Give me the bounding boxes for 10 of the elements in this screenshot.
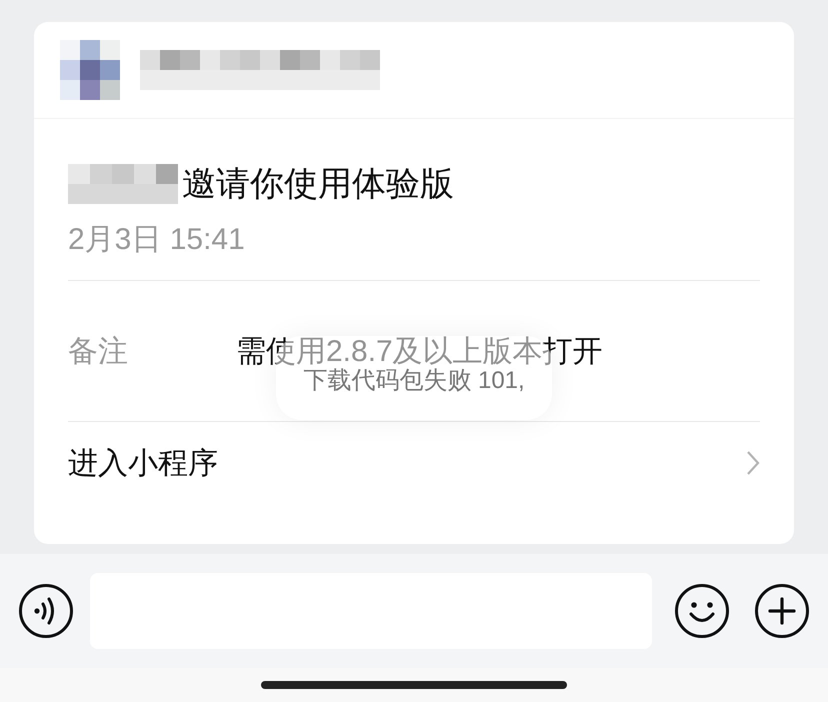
note-label: 备注 <box>68 334 129 370</box>
note-text: 需使用2.8.7及以上版本打开 <box>236 334 603 368</box>
emoji-icon[interactable] <box>674 583 730 639</box>
chevron-right-icon <box>746 450 760 476</box>
open-mini-program-row[interactable]: 进入小程序 <box>68 422 760 504</box>
invite-title: 邀请你使用体验版 <box>182 164 454 205</box>
pixelated-avatar-drawing <box>60 40 120 100</box>
plus-icon[interactable] <box>754 583 810 639</box>
voice-icon[interactable] <box>18 583 74 639</box>
invite-time: 2月3日 15:41 <box>68 222 246 258</box>
